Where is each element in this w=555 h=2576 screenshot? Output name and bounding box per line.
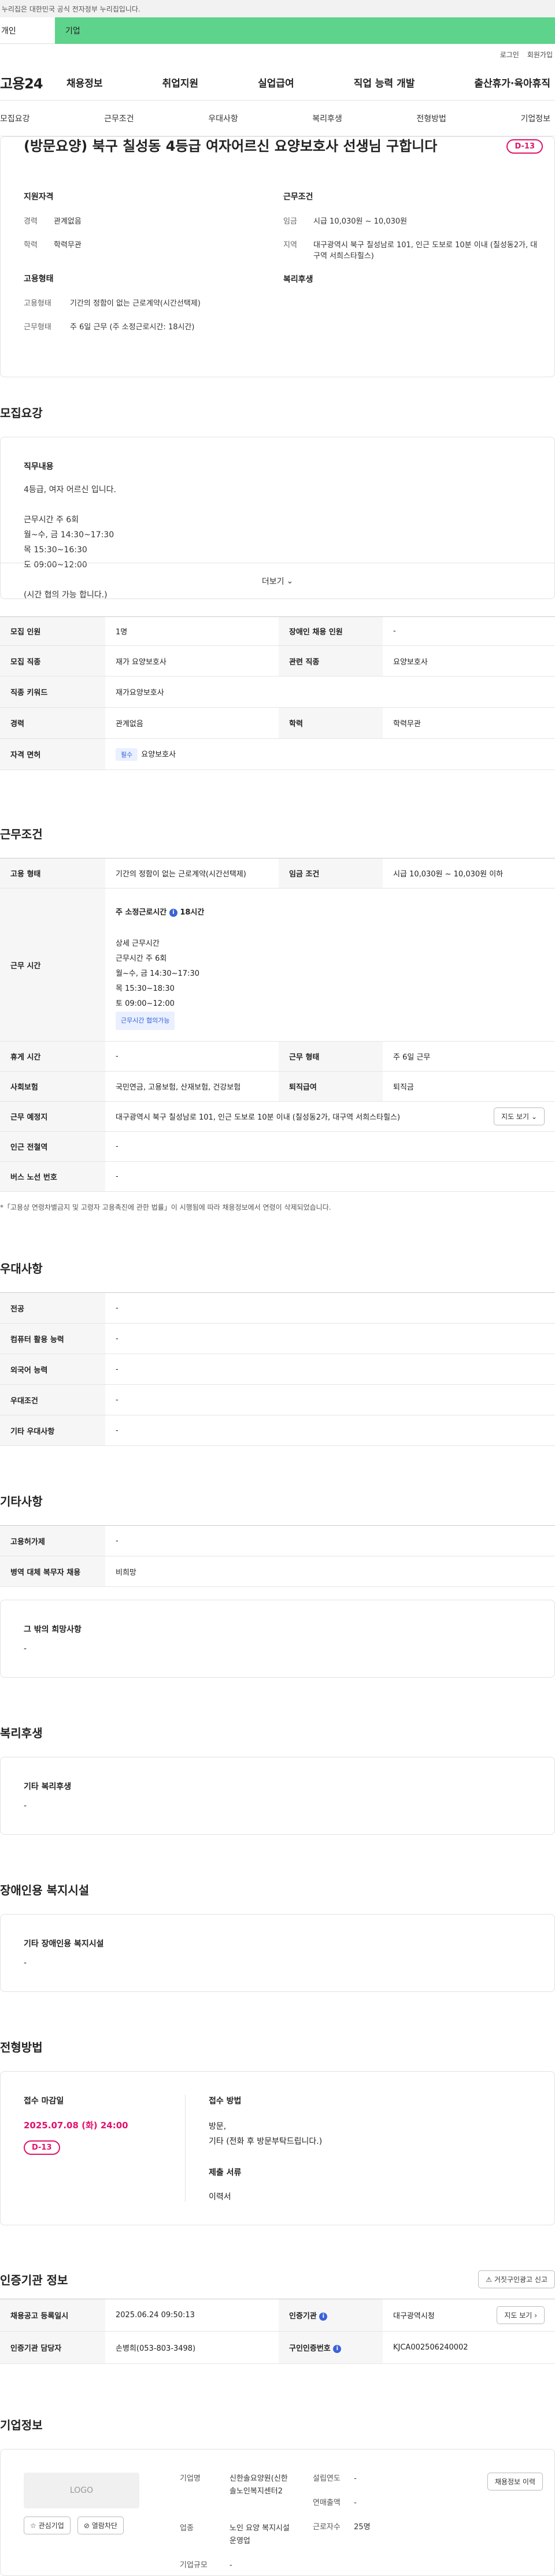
job-title: (방문요양) 북구 칠성동 4등급 여자어르신 요양보호사 선생님 구합니다 xyxy=(24,138,438,154)
company-section-title: 기업정보 xyxy=(0,2418,43,2432)
report-false-ad-button[interactable]: ⚠ 거짓구인광고 신고 xyxy=(478,2270,555,2288)
section-tabs: 모집요강 근무조건 우대사항 복리후생 전형방법 기업정보 xyxy=(0,101,555,136)
info-icon[interactable]: i xyxy=(319,2312,328,2321)
util-links: 로그인 회원가입 xyxy=(0,44,555,65)
welfare-section-title: 복리후생 xyxy=(0,1726,43,1740)
dday-badge: D-13 xyxy=(24,2140,60,2155)
employee-count: 25명 xyxy=(354,2523,371,2532)
disabled-facility-card: 기타 장애인용 복지시설 - xyxy=(0,1914,555,1992)
work-table: 고용 형태 기간의 정함이 없는 근로계약(시간선택제) 임금 조건 시급 10,03… xyxy=(0,858,555,1192)
favorite-company-button[interactable]: ☆ 관심기업 xyxy=(24,2516,71,2534)
gnb-vocational-training[interactable]: 직업 능력 개발 xyxy=(354,75,415,90)
dday-badge: D-13 xyxy=(506,139,543,154)
block-company-button[interactable]: ⊘ 열람차단 xyxy=(77,2516,124,2534)
work-type-value: 주 6일 근무 (주 소정근로시간: 18시간) xyxy=(70,323,195,332)
work-title: 근무조건 xyxy=(283,192,313,202)
duty-title: 직무내용 xyxy=(24,462,54,471)
negotiable-badge: 근무시간 협의가능 xyxy=(116,1012,175,1030)
block-icon: ⊘ xyxy=(83,2522,90,2530)
required-badge: 필수 xyxy=(116,748,138,761)
chevron-right-icon: › xyxy=(534,2311,537,2319)
gnb-unemployment-benefit[interactable]: 실업급여 xyxy=(258,75,294,90)
agency-table: 채용공고 등록일시 2025.06.24 09:50:13 인증기관 i 대구광역시청… xyxy=(0,2299,555,2364)
selection-section-title: 전형방법 xyxy=(0,2040,43,2054)
gnb-employment-support[interactable]: 취업지원 xyxy=(162,75,199,90)
map-button[interactable]: 지도 보기 ⌄ xyxy=(494,1107,545,1125)
company-card: LOGO ☆ 관심기업 ⊘ 열람차단 기업명 신한솔요양원(신한솔노인복지센터2 … xyxy=(0,2449,555,2576)
gov-banner: 이 누리집은 대한민국 공식 전자정부 누리집입니다. xyxy=(0,0,555,17)
age-note: *「고용상 연령차별금지 및 고령자 고용촉진에 관한 법률」이 시행됨에 따라… xyxy=(0,1203,331,1211)
tab-preferences[interactable]: 우대사항 xyxy=(208,113,238,124)
alert-icon: ⚠ xyxy=(486,2276,493,2284)
pref-section-title: 우대사항 xyxy=(0,1262,43,1276)
job-summary-card: (방문요양) 북구 칠성동 4등급 여자어르신 요양보호사 선생님 구합니다 D… xyxy=(0,136,555,377)
agency-section-title: 인증기관 정보 xyxy=(0,2273,68,2287)
career-value: 관계없음 xyxy=(54,217,82,226)
user-type-bar: 개인 기업 xyxy=(0,17,555,44)
info-icon[interactable]: i xyxy=(169,908,177,917)
agency-map-button[interactable]: 지도 보기 › xyxy=(497,2306,545,2324)
welfare-summary-title: 복리후생 xyxy=(283,275,313,284)
emp-title: 고용형태 xyxy=(24,274,54,284)
recruit-table: 모집 인원 1명 장애인 채용 인원 - 모집 직종 재가 요양보호사 관련 직종 요양보호… xyxy=(0,616,555,770)
company-logo: LOGO xyxy=(24,2473,139,2508)
recruit-section-title: 모집요강 xyxy=(0,406,43,420)
education-value: 학력무관 xyxy=(54,241,82,250)
chevron-down-icon: ⌄ xyxy=(531,1113,537,1121)
work-section-title: 근무조건 xyxy=(0,827,43,841)
chevron-down-icon: ⌄ xyxy=(286,576,294,586)
tab-welfare[interactable]: 복리후생 xyxy=(312,113,342,124)
recruit-history-button[interactable]: 채용정보 이력 xyxy=(487,2473,543,2490)
tab-selection[interactable]: 전형방법 xyxy=(416,113,446,124)
tab-recruit[interactable]: 모집요강 xyxy=(0,113,30,124)
company-industry: 노인 요양 복지시설 운영업 xyxy=(230,2524,290,2545)
etc-section-title: 기타사항 xyxy=(0,1495,43,1508)
tab-company[interactable]: 기업정보 xyxy=(520,113,550,124)
gnb-parental-leave[interactable]: 출산휴가·육아휴직 xyxy=(474,75,550,90)
wage-value: 시급 10,030원 ~ 10,030원 xyxy=(313,217,408,226)
selection-card: 접수 마감일 2025.07.08 (화) 24:00 D-13 접수 방법 방… xyxy=(0,2071,555,2225)
site-logo[interactable]: 고용24 xyxy=(0,72,66,92)
work-location: 대구광역시 북구 칠성남로 101, 인근 도보로 10분 이내 (칠성동2가,… xyxy=(116,1113,401,1122)
employment-type-value: 기간의 정함이 없는 근로계약(시간선택제) xyxy=(70,299,201,308)
user-type-personal[interactable]: 개인 xyxy=(0,17,55,44)
duty-card: 직무내용 4등급, 여자 어르신 입니다. 근무시간 주 6회 월~수, 금 1… xyxy=(0,437,555,600)
star-icon: ☆ xyxy=(30,2522,36,2530)
signup-link[interactable]: 회원가입 xyxy=(527,50,553,60)
wish-card: 그 밖의 희망사항 - xyxy=(0,1600,555,1678)
disabled-facility-title: 장애인용 복지시설 xyxy=(0,1883,90,1897)
more-button[interactable]: 더보기 ⌄ xyxy=(1,563,554,599)
qual-title: 지원자격 xyxy=(24,192,54,202)
tab-work-conditions[interactable]: 근무조건 xyxy=(104,113,134,124)
company-name: 신한솔요양원(신한솔노인복지센터2 xyxy=(230,2474,288,2496)
deadline-date: 2025.07.08 (화) 24:00 xyxy=(24,2120,128,2131)
info-icon[interactable]: i xyxy=(333,2344,342,2353)
welfare-card: 기타 복리후생 - xyxy=(0,1757,555,1835)
pref-table: 전공 - 컴퓨터 활용 능력 - 외국어 능력 - 우대조건 - 기타 우대사항 - xyxy=(0,1292,555,1446)
global-nav: 고용24 채용정보 취업지원 실업급여 직업 능력 개발 출산휴가·육아휴직 xyxy=(0,65,555,101)
gnb-jobs[interactable]: 채용정보 xyxy=(66,75,103,90)
login-link[interactable]: 로그인 xyxy=(500,50,519,60)
user-type-company[interactable]: 기업 xyxy=(55,17,555,44)
etc-table: 고용허가제 - 병역 대체 복무자 채용 비희망 xyxy=(0,1525,555,1587)
region-value: 대구광역시 북구 칠성남로 101, 인근 도보로 10분 이내 (칠성동2가,… xyxy=(313,241,538,261)
